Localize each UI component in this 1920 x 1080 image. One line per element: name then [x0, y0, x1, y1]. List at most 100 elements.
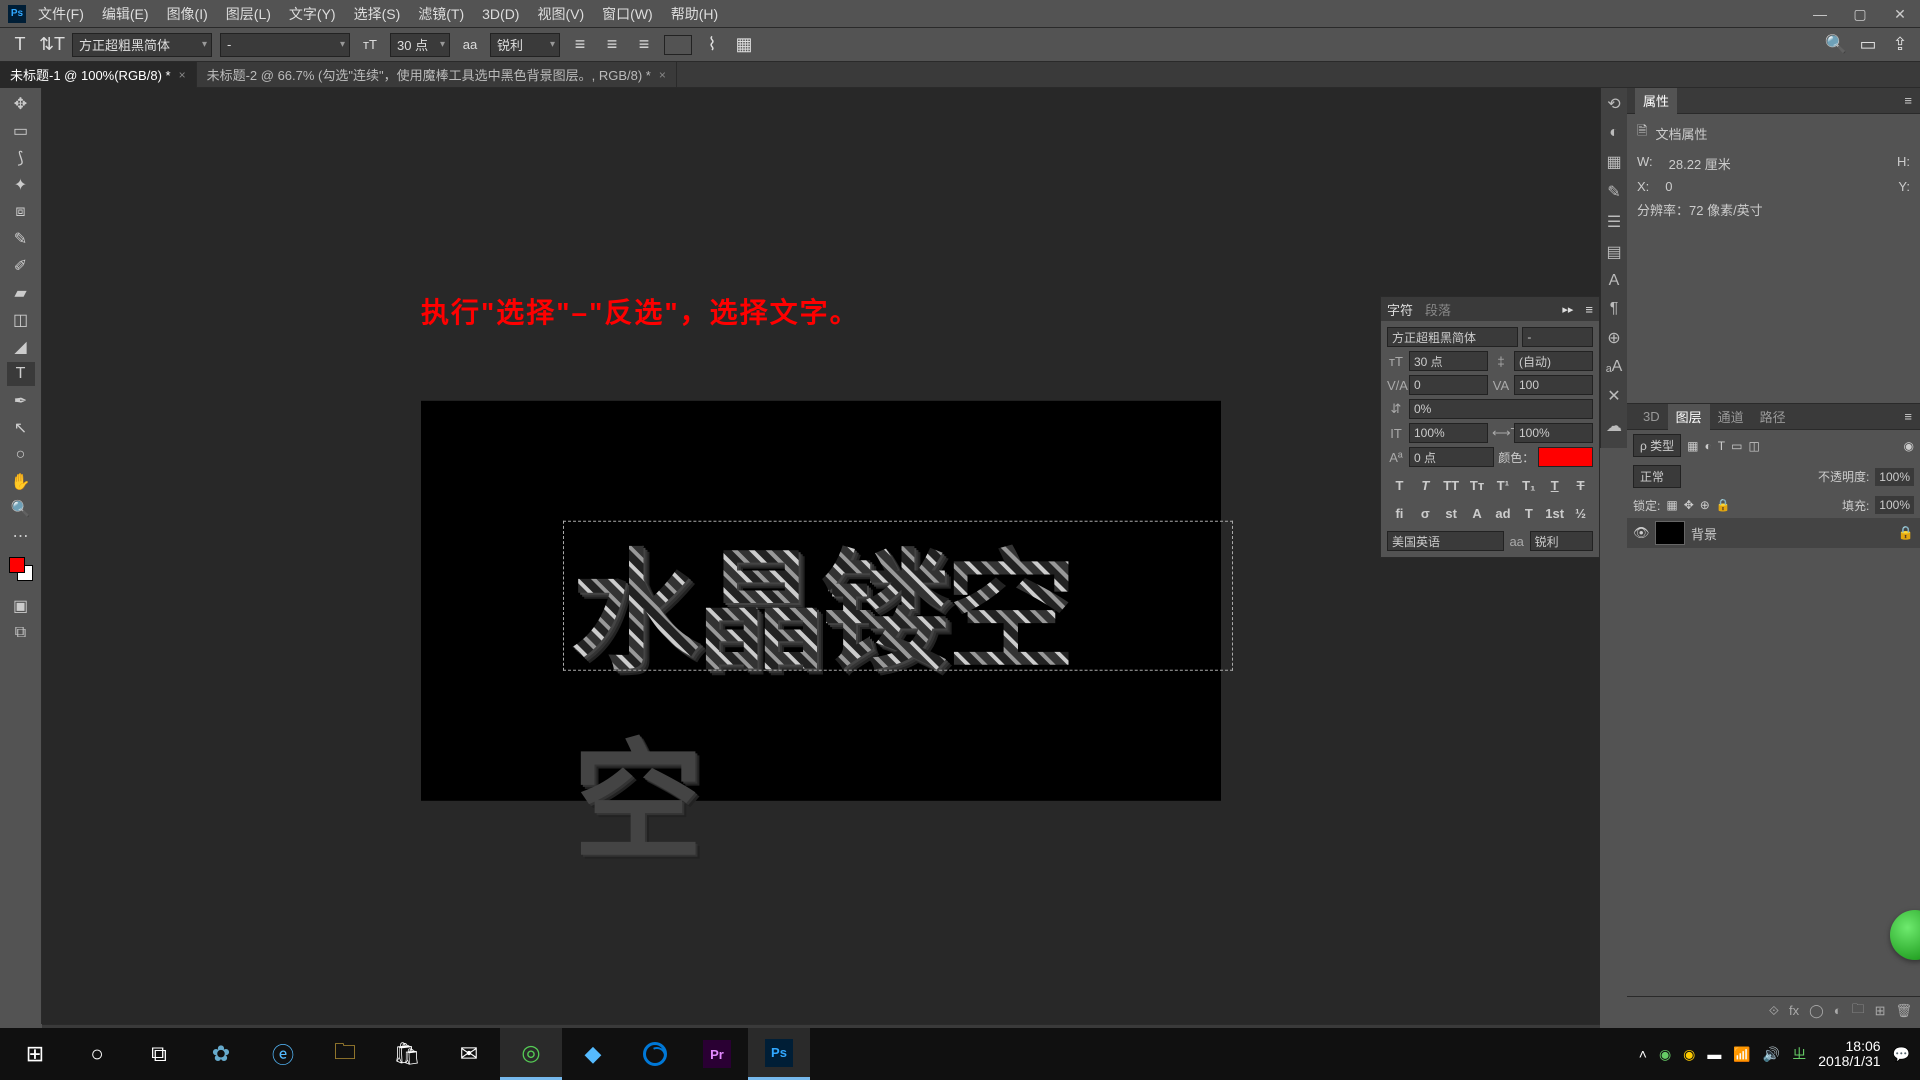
screen-mode-icon[interactable]: ⧉	[7, 621, 35, 645]
link-icon[interactable]: ⟐	[1769, 1003, 1779, 1019]
search-icon[interactable]: 🔍	[1824, 33, 1848, 57]
menu-file[interactable]: 文件(F)	[38, 4, 84, 24]
layer-thumbnail[interactable]	[1655, 521, 1685, 545]
paragraph-icon[interactable]: ¶	[1610, 300, 1619, 318]
char-tracking-field[interactable]: 100	[1514, 375, 1593, 395]
move-tool[interactable]: ✥	[7, 92, 35, 116]
panel-menu-icon[interactable]: ≡	[1585, 302, 1593, 317]
opacity-value[interactable]: 100%	[1875, 468, 1914, 486]
taskbar-photoshop[interactable]: Ps	[748, 1028, 810, 1080]
tray-chevron-icon[interactable]: ˄	[1639, 1046, 1647, 1062]
taskbar-app-1[interactable]: ✿	[190, 1028, 252, 1080]
quick-mask-icon[interactable]: ▣	[7, 594, 35, 618]
character-icon[interactable]: A	[1609, 272, 1620, 290]
tab-layers[interactable]: 图层	[1668, 404, 1710, 430]
tab-channels[interactable]: 通道	[1710, 404, 1752, 430]
lasso-tool[interactable]: ⟆	[7, 146, 35, 170]
taskbar-explorer[interactable]: 🗀	[314, 1028, 376, 1080]
tray-icon-2[interactable]: ◉	[1683, 1046, 1695, 1063]
minimize-button[interactable]: —	[1800, 0, 1840, 28]
tray-ime-icon[interactable]: ㄓ	[1792, 1044, 1806, 1064]
menu-image[interactable]: 图像(I)	[167, 4, 208, 24]
taskbar-clock[interactable]: 18:062018/1/31	[1818, 1039, 1880, 1070]
a-icon[interactable]: ₐA	[1606, 358, 1623, 376]
hand-tool[interactable]: ✋	[7, 470, 35, 494]
align-center-icon[interactable]: ≡	[600, 33, 624, 57]
tab-2-close-icon[interactable]: ×	[659, 68, 666, 82]
char-hscale-field[interactable]: 100%	[1514, 423, 1593, 443]
warp-text-icon[interactable]: ⌇	[700, 33, 724, 57]
filter-type-icon[interactable]: T	[1718, 439, 1725, 453]
superscript-button[interactable]: T¹	[1491, 475, 1516, 495]
panels-icon[interactable]: ▦	[732, 33, 756, 57]
char-leading-field[interactable]: (自动)	[1514, 351, 1593, 371]
marquee-tool[interactable]: ▭	[7, 119, 35, 143]
taskbar-premiere[interactable]: Pr	[686, 1028, 748, 1080]
styles-icon[interactable]: ▤	[1606, 242, 1621, 262]
menu-window[interactable]: 窗口(W)	[602, 4, 653, 24]
tray-wifi-icon[interactable]: 📶	[1733, 1046, 1750, 1063]
panel-menu-icon[interactable]: ≡	[1904, 409, 1912, 424]
filter-kind-dropdown[interactable]: ρ 类型	[1633, 434, 1681, 457]
char-font-dropdown[interactable]: 方正超粗黑简体	[1387, 327, 1518, 347]
char-kerning-field[interactable]: 0	[1409, 375, 1488, 395]
menu-edit[interactable]: 编辑(E)	[102, 4, 149, 24]
filter-shape-icon[interactable]: ▭	[1731, 439, 1742, 453]
lock-artboard-icon[interactable]: ⊕	[1700, 498, 1710, 512]
new-layer-icon[interactable]: ⊞	[1875, 1003, 1886, 1019]
wand-tool[interactable]: ✦	[7, 173, 35, 197]
group-icon[interactable]: 🗀	[1852, 1000, 1865, 1022]
history-icon[interactable]: ⟲	[1607, 94, 1620, 114]
blend-mode-dropdown[interactable]: 正常	[1633, 465, 1681, 488]
tools-icon[interactable]: ✕	[1607, 386, 1620, 406]
pen-tool[interactable]: ✒	[7, 389, 35, 413]
menu-layer[interactable]: 图层(L)	[226, 4, 271, 24]
taskbar-mail[interactable]: ✉	[438, 1028, 500, 1080]
tab-1-close-icon[interactable]: ×	[179, 68, 186, 82]
align-left-icon[interactable]: ≡	[568, 33, 592, 57]
layer-name[interactable]: 背景	[1691, 524, 1717, 543]
char-baseline-field[interactable]: 0 点	[1409, 447, 1494, 467]
font-style-dropdown[interactable]: -	[220, 33, 350, 57]
character-tab[interactable]: 字符	[1387, 300, 1413, 319]
start-button[interactable]: ⊞	[4, 1028, 66, 1080]
type-tool-icon[interactable]: T	[8, 33, 32, 57]
menu-view[interactable]: 视图(V)	[537, 4, 584, 24]
stamp-tool[interactable]: ▰	[7, 281, 35, 305]
type-tool[interactable]: T	[7, 362, 35, 386]
taskview-button[interactable]: ⧉	[128, 1028, 190, 1080]
menu-type[interactable]: 文字(Y)	[289, 4, 336, 24]
char-language-dropdown[interactable]: 美国英语	[1387, 531, 1504, 551]
visibility-icon[interactable]: 👁	[1633, 525, 1649, 541]
antialiasing-dropdown[interactable]: 锐利	[490, 33, 560, 57]
char-style-dropdown[interactable]: -	[1522, 327, 1593, 347]
panel-collapse-icon[interactable]: ▸▸	[1562, 303, 1573, 316]
taskbar-app-blue[interactable]: ◆	[562, 1028, 624, 1080]
taskbar-app-green[interactable]: ◎	[500, 1028, 562, 1080]
panel-menu-icon[interactable]: ≡	[1904, 93, 1912, 108]
lock-pixels-icon[interactable]: ▦	[1666, 498, 1677, 512]
allcaps-button[interactable]: TT	[1439, 475, 1464, 495]
mask-icon[interactable]: ◯	[1809, 1003, 1824, 1019]
filter-smart-icon[interactable]: ◫	[1748, 439, 1759, 453]
taskbar-ie[interactable]: ⓔ	[252, 1028, 314, 1080]
gradient-tool[interactable]: ◢	[7, 335, 35, 359]
tab-3d[interactable]: 3D	[1635, 404, 1668, 430]
document-tab-1[interactable]: 未标题-1 @ 100%(RGB/8) *×	[0, 62, 197, 88]
taskbar-store[interactable]: 🛍	[376, 1028, 438, 1080]
brush-tool[interactable]: ✐	[7, 254, 35, 278]
italic-button[interactable]: T	[1413, 475, 1438, 495]
share-icon[interactable]: ⇪	[1888, 33, 1912, 57]
tray-icon-1[interactable]: ◉	[1659, 1046, 1671, 1063]
lock-position-icon[interactable]: ✥	[1684, 498, 1694, 512]
tray-battery-icon[interactable]: ▬	[1707, 1046, 1721, 1062]
underline-button[interactable]: T	[1542, 475, 1567, 495]
paragraph-tab[interactable]: 段落	[1425, 300, 1451, 319]
glyphs-icon[interactable]: ⊕	[1607, 328, 1620, 348]
char-aa-dropdown[interactable]: 锐利	[1530, 531, 1593, 551]
brushes-icon[interactable]: ✎	[1607, 182, 1620, 202]
crop-tool[interactable]: ⧈	[7, 200, 35, 224]
align-right-icon[interactable]: ≡	[632, 33, 656, 57]
properties-tab[interactable]: 属性	[1635, 88, 1677, 114]
char-vshift-field[interactable]: 0%	[1409, 399, 1593, 419]
